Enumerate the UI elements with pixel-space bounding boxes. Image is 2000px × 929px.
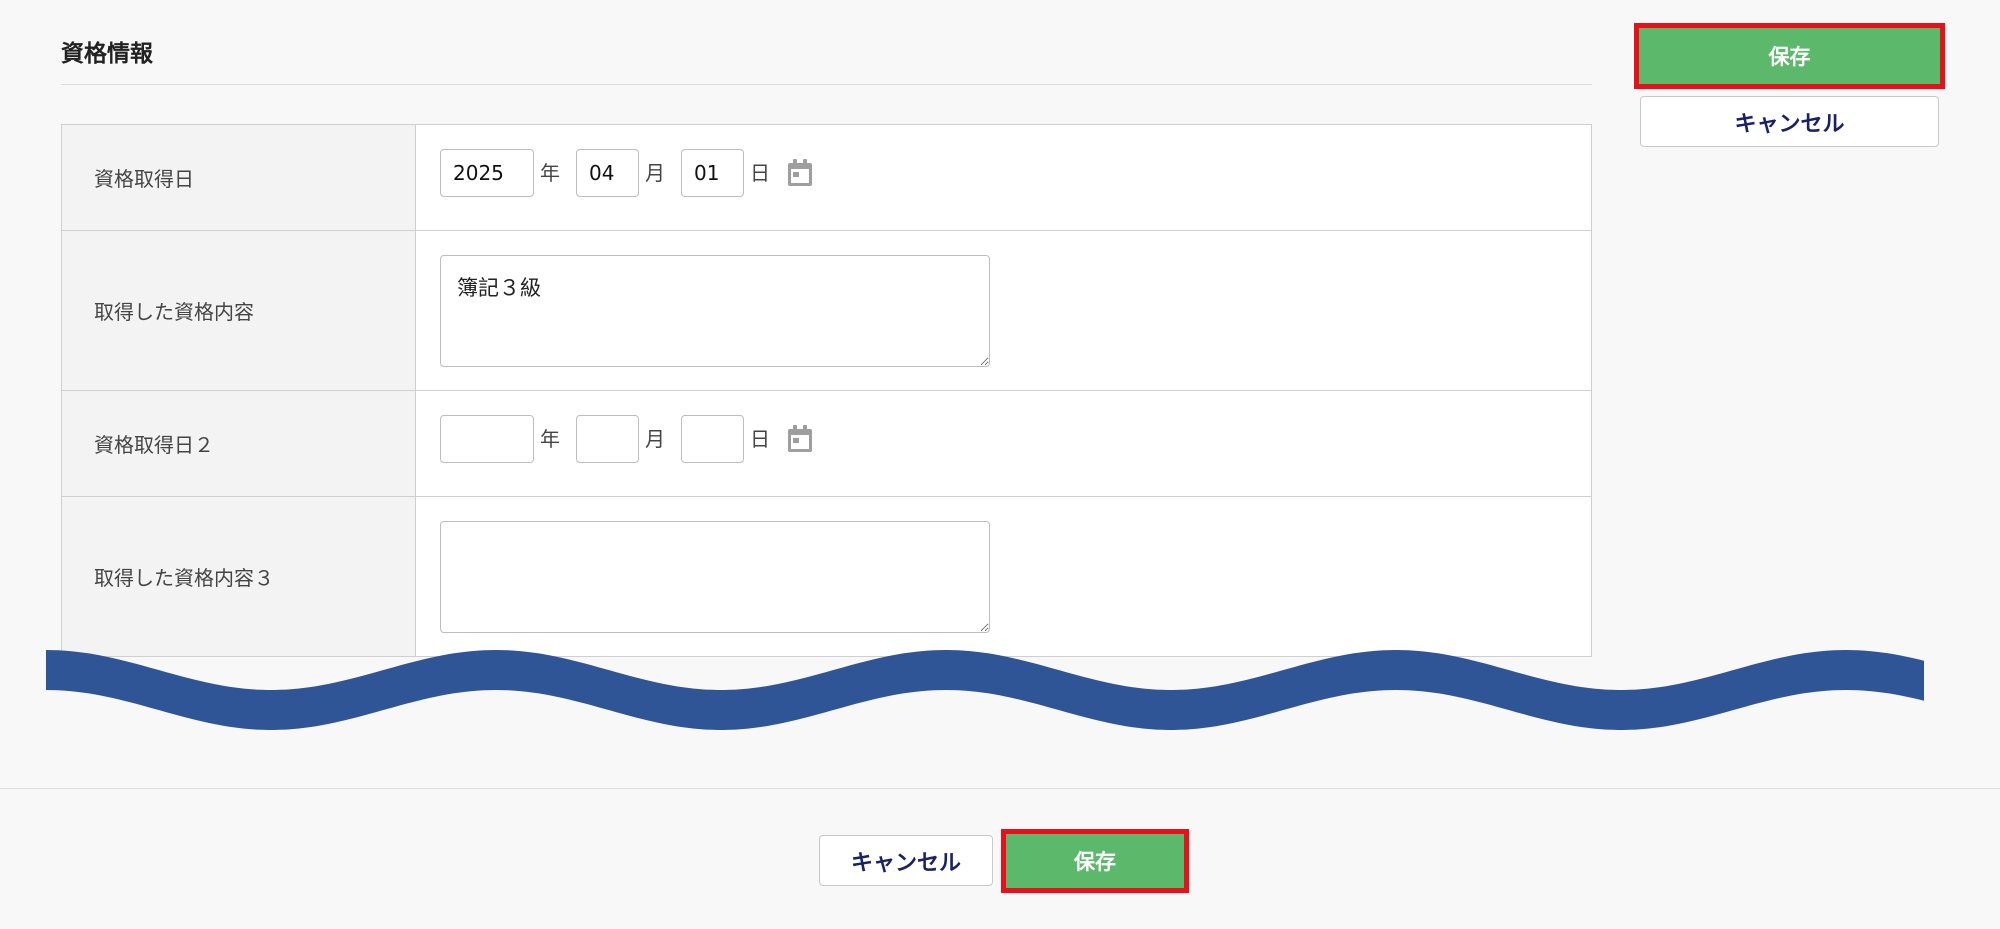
year-unit: 年 <box>540 161 560 185</box>
qualification-content-3-textarea[interactable] <box>440 521 990 633</box>
year-unit: 年 <box>540 427 560 451</box>
form-row-qualification-content: 取得した資格内容 簿記３級 <box>62 231 1591 391</box>
month-input[interactable] <box>576 415 639 463</box>
wave-band <box>46 650 1924 730</box>
date-input-group: 年 月 日 <box>440 149 814 197</box>
day-input[interactable] <box>681 149 744 197</box>
calendar-icon[interactable] <box>786 158 814 192</box>
top-save-button[interactable]: 保存 <box>1634 23 1945 89</box>
bottom-save-button[interactable]: 保存 <box>1001 829 1189 893</box>
row-label: 資格取得日２ <box>62 391 416 496</box>
row-label: 取得した資格内容３ <box>62 497 416 656</box>
month-unit: 月 <box>645 427 665 451</box>
date-input-group: 年 月 日 <box>440 415 814 463</box>
day-unit: 日 <box>750 161 770 185</box>
footer-divider <box>0 788 2000 789</box>
calendar-icon[interactable] <box>786 424 814 458</box>
qualification-content-textarea[interactable]: 簿記３級 <box>440 255 990 367</box>
year-input[interactable] <box>440 149 534 197</box>
month-input[interactable] <box>576 149 639 197</box>
title-divider <box>61 84 1592 85</box>
row-label: 資格取得日 <box>62 125 416 230</box>
day-unit: 日 <box>750 427 770 451</box>
row-label: 取得した資格内容 <box>62 231 416 390</box>
month-unit: 月 <box>645 161 665 185</box>
wave-divider <box>46 650 1924 730</box>
form-row-acquisition-date-2: 資格取得日２ 年 月 日 <box>62 391 1591 497</box>
form-row-qualification-content-3: 取得した資格内容３ <box>62 497 1591 656</box>
section-title: 資格情報 <box>61 41 153 67</box>
top-cancel-button[interactable]: キャンセル <box>1640 96 1939 147</box>
qualification-form-table: 資格取得日 年 月 日 <box>61 124 1592 657</box>
bottom-cancel-button[interactable]: キャンセル <box>819 835 993 886</box>
day-input[interactable] <box>681 415 744 463</box>
year-input[interactable] <box>440 415 534 463</box>
form-row-acquisition-date: 資格取得日 年 月 日 <box>62 125 1591 231</box>
